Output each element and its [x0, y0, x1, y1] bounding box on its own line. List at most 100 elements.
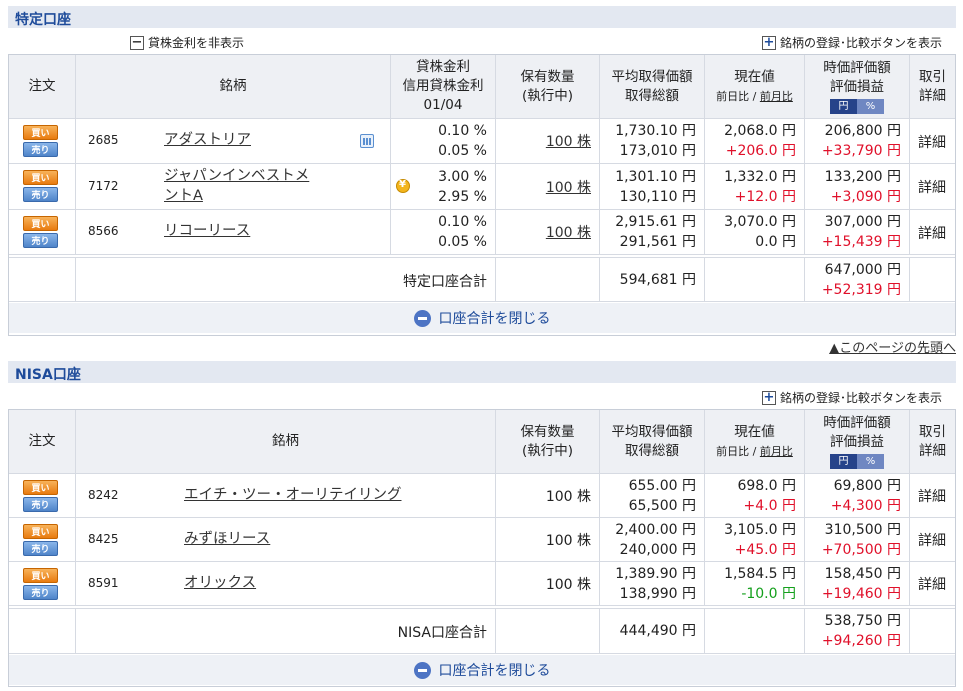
header-total-cost-label: 取得総額 [625, 87, 679, 104]
nisa-section-title: NISA口座 [15, 367, 81, 383]
header-current-label: 現在値 [734, 68, 775, 85]
market-value: 158,450 円 [824, 566, 901, 582]
stock-code: 2685 [88, 133, 119, 147]
detail-link[interactable]: 詳細 [918, 574, 946, 594]
market-value: 206,800 円 [824, 123, 901, 139]
stock-name-link[interactable]: アダストリア [164, 130, 251, 150]
stock-name-link[interactable]: みずほリース [184, 529, 270, 549]
buy-button[interactable]: 買い [23, 524, 58, 539]
header-issue-label: 銘柄 [219, 78, 247, 94]
avg-price: 1,301.10 円 [615, 169, 696, 185]
stock-name-link-line2[interactable]: ントA [164, 186, 203, 206]
header-trade-label: 取引 [919, 423, 946, 440]
current-price: 3,070.0 円 [724, 214, 796, 230]
header-margin-rate-label: 信用貸株金利 [402, 78, 484, 94]
header-total-cost-label: 取得総額 [625, 442, 679, 459]
stock-name-link[interactable]: エイチ・ツー・オーリテイリング [184, 485, 402, 505]
stock-name-link[interactable]: リコーリース [164, 221, 250, 241]
gain-loss: +15,439 円 [821, 234, 901, 250]
current-price: 1,332.0 円 [724, 169, 796, 185]
stock-code: 8242 [88, 488, 119, 502]
nisa-show-compare-buttons-toggle[interactable]: + 銘柄の登録･比較ボタンを表示 [762, 389, 942, 406]
header-trade-label: 取引 [919, 68, 946, 85]
yen-toggle-button[interactable]: 円 [830, 99, 857, 114]
table-row: 買い 売り 8591 オリックス 100 株 1,389.90 円 138,99… [9, 562, 955, 606]
lending-rate: 3.00 % [438, 169, 487, 185]
total-cost: 444,490 円 [619, 623, 696, 639]
avg-price: 2,400.00 円 [615, 522, 696, 538]
detail-link[interactable]: 詳細 [918, 223, 946, 243]
buy-button[interactable]: 買い [23, 568, 58, 583]
close-total-button[interactable]: 口座合計を閉じる [9, 303, 955, 333]
percent-toggle-button[interactable]: % [857, 99, 884, 114]
table-row: 買い 売り 2685 アダストリア 0.10 % 0.05 % 100 株 1,… [9, 119, 955, 164]
current-price: 2,068.0 円 [724, 123, 796, 139]
avg-price: 2,915.61 円 [615, 214, 696, 230]
detail-link[interactable]: 詳細 [918, 177, 946, 197]
sell-button[interactable]: 売り [23, 541, 58, 556]
total-gain-loss: +52,319 円 [821, 282, 901, 298]
market-value: 69,800 円 [833, 478, 901, 494]
show-compare-buttons-toggle[interactable]: + 銘柄の登録･比較ボタンを表示 [762, 34, 942, 51]
header-avg-price: 平均取得価額 取得総額 [600, 55, 705, 118]
tokutei-section-title: 特定口座 [15, 12, 71, 28]
sell-button[interactable]: 売り [23, 187, 58, 202]
detail-link[interactable]: 詳細 [918, 486, 946, 506]
percent-toggle-button[interactable]: % [857, 454, 884, 469]
total-cost: 65,500 円 [628, 498, 696, 514]
header-day-change: 前日比 [716, 89, 750, 103]
stock-name-link[interactable]: オリックス [184, 573, 256, 593]
price-change: +4.0 円 [743, 498, 796, 514]
header-order-label: 注文 [28, 78, 56, 94]
total-label: 特定口座合計 [403, 274, 487, 290]
buy-button[interactable]: 買い [23, 170, 58, 185]
header-market-value-label: 時価評価額 [823, 415, 891, 431]
quantity-link[interactable]: 100 株 [546, 222, 591, 242]
buy-button[interactable]: 買い [23, 216, 58, 231]
avg-price: 1,389.90 円 [615, 566, 696, 582]
hide-lending-rate-toggle[interactable]: − 貸株金利を非表示 [130, 34, 244, 51]
header-day-change: 前日比 [716, 444, 750, 458]
total-cost: 240,000 円 [619, 542, 696, 558]
calendar-icon[interactable] [360, 134, 374, 148]
header-gain-loss-label: 評価損益 [830, 434, 884, 450]
show-compare-buttons-label: 銘柄の登録･比較ボタンを表示 [780, 36, 943, 50]
tokutei-section-header: 特定口座 [8, 6, 956, 28]
total-cost: 138,990 円 [619, 586, 696, 602]
buy-button[interactable]: 買い [23, 480, 58, 495]
price-change: +12.0 円 [734, 189, 796, 205]
gain-loss: +4,300 円 [830, 498, 901, 514]
buy-button[interactable]: 買い [23, 125, 58, 140]
header-issue: 銘柄 [76, 55, 391, 118]
sell-button[interactable]: 売り [23, 585, 58, 600]
price-change: +45.0 円 [734, 542, 796, 558]
sell-button[interactable]: 売り [23, 233, 58, 248]
quantity-link[interactable]: 100 株 [546, 177, 591, 197]
table-row: 買い 売り 8425 みずほリース 100 株 2,400.00 円 240,0… [9, 518, 955, 562]
table-row: 買い 売り 8566 リコーリース 0.10 % 0.05 % 100 株 2,… [9, 210, 955, 255]
current-price: 3,105.0 円 [724, 522, 796, 538]
page-top-link[interactable]: ▲このページの先頭へ [829, 337, 956, 356]
total-market-value: 538,750 円 [824, 613, 901, 629]
sell-button[interactable]: 売り [23, 142, 58, 157]
header-order-label: 注文 [28, 433, 56, 449]
detail-link[interactable]: 詳細 [918, 530, 946, 550]
avg-price: 655.00 円 [628, 478, 696, 494]
yen-toggle-button[interactable]: 円 [830, 454, 857, 469]
current-price: 698.0 円 [737, 478, 796, 494]
header-month-change-link[interactable]: 前月比 [760, 445, 793, 458]
detail-link[interactable]: 詳細 [918, 132, 946, 152]
header-current-label: 現在値 [734, 423, 775, 440]
stock-name-link[interactable]: ジャパンインベストメ [164, 166, 309, 186]
stock-code: 8566 [88, 224, 119, 238]
total-row: NISA口座合計 444,490 円 538,750 円 +94,260 円 [9, 608, 955, 654]
total-cost: 130,110 円 [619, 189, 696, 205]
header-sep: / [752, 89, 757, 103]
sell-button[interactable]: 売り [23, 497, 58, 512]
margin-rate: 2.95 % [438, 189, 487, 205]
plus-box-icon: + [762, 35, 776, 50]
table-header-row: 注文 銘柄 貸株金利 信用貸株金利 01/04 保有数量 (執行中) 平均取得価… [9, 55, 955, 119]
close-total-button[interactable]: 口座合計を閉じる [9, 655, 955, 685]
header-month-change-link[interactable]: 前月比 [760, 90, 793, 103]
quantity-link[interactable]: 100 株 [546, 131, 591, 151]
